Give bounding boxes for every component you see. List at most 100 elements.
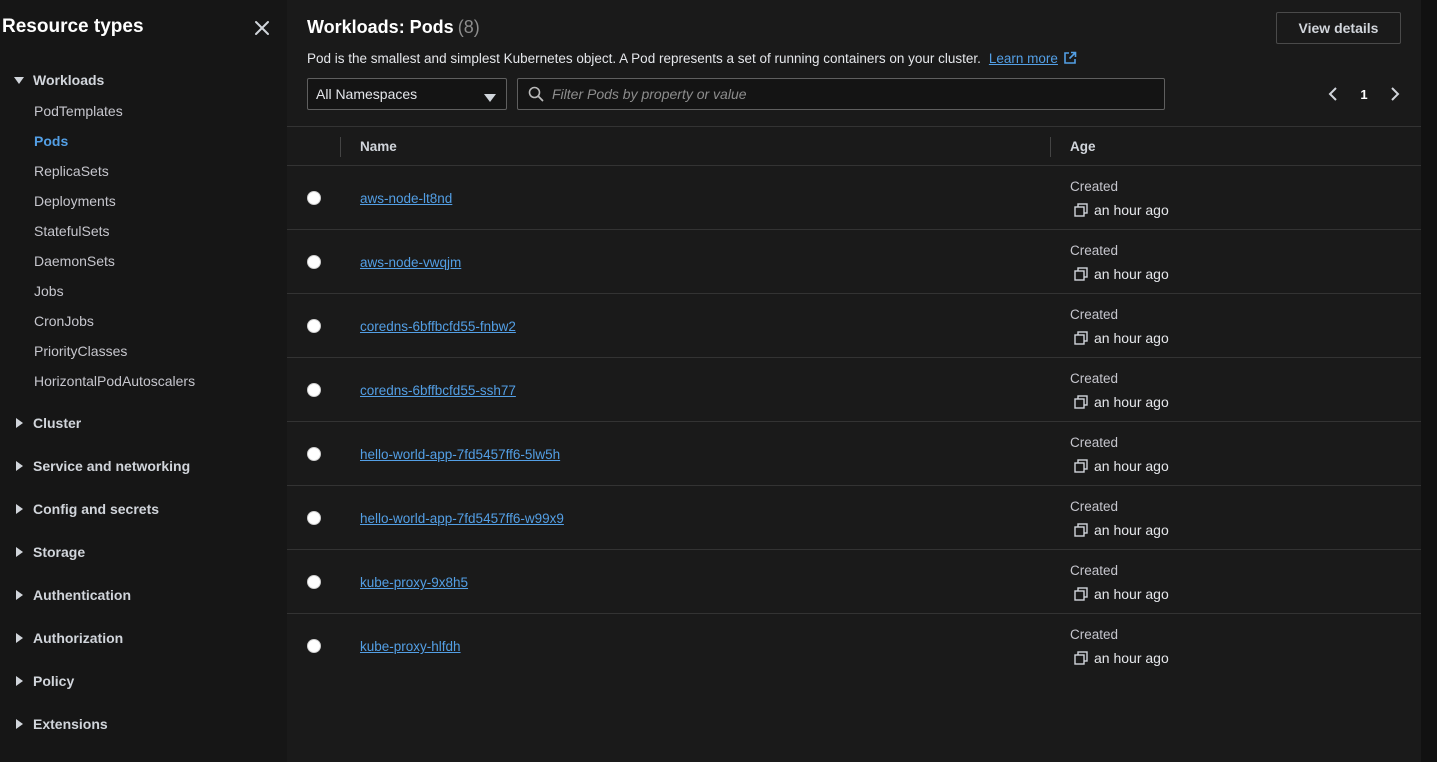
age-text: an hour ago — [1094, 266, 1169, 282]
row-select-radio[interactable] — [307, 255, 321, 269]
pod-name-link[interactable]: kube-proxy-9x8h5 — [360, 575, 468, 590]
caret-right-icon — [0, 504, 33, 514]
row-select-radio[interactable] — [307, 191, 321, 205]
age-text: an hour ago — [1094, 202, 1169, 218]
caret-right-icon — [0, 590, 33, 600]
copy-icon — [1074, 651, 1088, 665]
column-divider — [1050, 137, 1051, 157]
pod-name-link[interactable]: aws-node-vwqjm — [360, 255, 461, 270]
table-row: aws-node-lt8nd Created an hour ago — [287, 166, 1421, 230]
sidebar-group-workloads[interactable]: Workloads — [0, 69, 104, 91]
age-value: an hour ago — [1074, 266, 1169, 282]
sidebar-group-label: Policy — [33, 673, 75, 689]
sidebar-item-horizontalpodautoscalers[interactable]: HorizontalPodAutoscalers — [34, 373, 195, 389]
column-divider — [340, 137, 341, 157]
pod-name-link[interactable]: aws-node-lt8nd — [360, 191, 452, 206]
filter-input[interactable] — [552, 86, 1164, 102]
chevron-right-icon[interactable] — [1389, 86, 1401, 102]
row-select-radio[interactable] — [307, 575, 321, 589]
sidebar-group-extensions[interactable]: Extensions — [0, 713, 108, 735]
sidebar-group-label: Storage — [33, 544, 86, 560]
sidebar-group-label: Service and networking — [33, 458, 191, 474]
pod-filter[interactable] — [517, 78, 1165, 110]
copy-icon — [1074, 459, 1088, 473]
sidebar-group-label: Authentication — [33, 587, 131, 603]
copy-icon — [1074, 331, 1088, 345]
sidebar-item-pods[interactable]: Pods — [34, 133, 68, 149]
age-value: an hour ago — [1074, 202, 1169, 218]
age-label: Created — [1070, 627, 1119, 642]
sidebar-group-storage[interactable]: Storage — [0, 541, 85, 563]
caret-right-icon — [0, 547, 33, 557]
age-text: an hour ago — [1094, 586, 1169, 602]
pod-name-link[interactable]: coredns-6bffbcfd55-ssh77 — [360, 383, 516, 398]
sidebar-item-deployments[interactable]: Deployments — [34, 193, 116, 209]
age-label: Created — [1070, 435, 1119, 450]
chevron-left-icon[interactable] — [1327, 86, 1339, 102]
sidebar-group-label: Cluster — [33, 415, 82, 431]
age-label: Created — [1070, 499, 1119, 514]
table-row: coredns-6bffbcfd55-fnbw2 Created an hour… — [287, 294, 1421, 358]
age-value: an hour ago — [1074, 522, 1169, 538]
table-row: kube-proxy-hlfdh Created an hour ago — [287, 614, 1421, 678]
sidebar-title: Resource types — [2, 16, 144, 37]
row-select-radio[interactable] — [307, 511, 321, 525]
age-text: an hour ago — [1094, 458, 1169, 474]
row-select-radio[interactable] — [307, 447, 321, 461]
age-value: an hour ago — [1074, 650, 1169, 666]
age-text: an hour ago — [1094, 522, 1169, 538]
pod-count: (8) — [457, 17, 480, 37]
pod-name-link[interactable]: hello-world-app-7fd5457ff6-5lw5h — [360, 447, 560, 462]
sidebar-item-cronjobs[interactable]: CronJobs — [34, 313, 94, 329]
age-label: Created — [1070, 307, 1119, 322]
sidebar-group-label: Workloads — [33, 72, 105, 88]
close-icon[interactable] — [252, 18, 272, 38]
sidebar-item-priorityclasses[interactable]: PriorityClasses — [34, 343, 127, 359]
pod-name-link[interactable]: kube-proxy-hlfdh — [360, 639, 461, 654]
column-header-age[interactable]: Age — [1070, 139, 1096, 154]
namespace-select[interactable]: All Namespaces — [307, 78, 507, 110]
table-row: hello-world-app-7fd5457ff6-5lw5h Created… — [287, 422, 1421, 486]
table-header: Name Age — [287, 126, 1421, 166]
pods-panel: Workloads: Pods (8) View details Pod is t… — [287, 0, 1421, 762]
learn-more-link[interactable]: Learn more — [989, 51, 1077, 66]
sidebar-item-podtemplates[interactable]: PodTemplates — [34, 103, 123, 119]
sidebar-group-authentication[interactable]: Authentication — [0, 584, 131, 606]
age-label: Created — [1070, 243, 1119, 258]
sidebar-item-statefulsets[interactable]: StatefulSets — [34, 223, 110, 239]
search-icon — [528, 86, 544, 102]
sidebar-group-authorization[interactable]: Authorization — [0, 627, 123, 649]
description-text: Pod is the smallest and simplest Kuberne… — [307, 51, 981, 66]
caret-right-icon — [0, 676, 33, 686]
resource-types-sidebar: Resource types Workloads PodTemplates Po… — [0, 0, 287, 762]
sidebar-item-daemonsets[interactable]: DaemonSets — [34, 253, 115, 269]
sidebar-group-label: Authorization — [33, 630, 124, 646]
row-select-radio[interactable] — [307, 319, 321, 333]
page-number[interactable]: 1 — [1360, 87, 1367, 102]
table-row: hello-world-app-7fd5457ff6-w99x9 Created… — [287, 486, 1421, 550]
column-header-name[interactable]: Name — [360, 139, 397, 154]
age-text: an hour ago — [1094, 394, 1169, 410]
sidebar-item-jobs[interactable]: Jobs — [34, 283, 64, 299]
pod-name-link[interactable]: hello-world-app-7fd5457ff6-w99x9 — [360, 511, 564, 526]
age-value: an hour ago — [1074, 458, 1169, 474]
sidebar-group-service-and-networking[interactable]: Service and networking — [0, 455, 190, 477]
pod-name-link[interactable]: coredns-6bffbcfd55-fnbw2 — [360, 319, 516, 334]
row-select-radio[interactable] — [307, 639, 321, 653]
age-value: an hour ago — [1074, 586, 1169, 602]
copy-icon — [1074, 395, 1088, 409]
sidebar-group-cluster[interactable]: Cluster — [0, 412, 81, 434]
page-description: Pod is the smallest and simplest Kuberne… — [307, 51, 1077, 68]
caret-right-icon — [0, 461, 33, 471]
sidebar-item-replicasets[interactable]: ReplicaSets — [34, 163, 109, 179]
view-details-button[interactable]: View details — [1276, 12, 1401, 44]
caret-down-icon — [0, 75, 33, 85]
scrollbar-track[interactable] — [1421, 0, 1437, 762]
learn-more-label: Learn more — [988, 51, 1058, 66]
row-select-radio[interactable] — [307, 383, 321, 397]
copy-icon — [1074, 587, 1088, 601]
sidebar-group-config-and-secrets[interactable]: Config and secrets — [0, 498, 159, 520]
age-value: an hour ago — [1074, 330, 1169, 346]
sidebar-group-policy[interactable]: Policy — [0, 670, 74, 692]
age-label: Created — [1070, 179, 1119, 194]
